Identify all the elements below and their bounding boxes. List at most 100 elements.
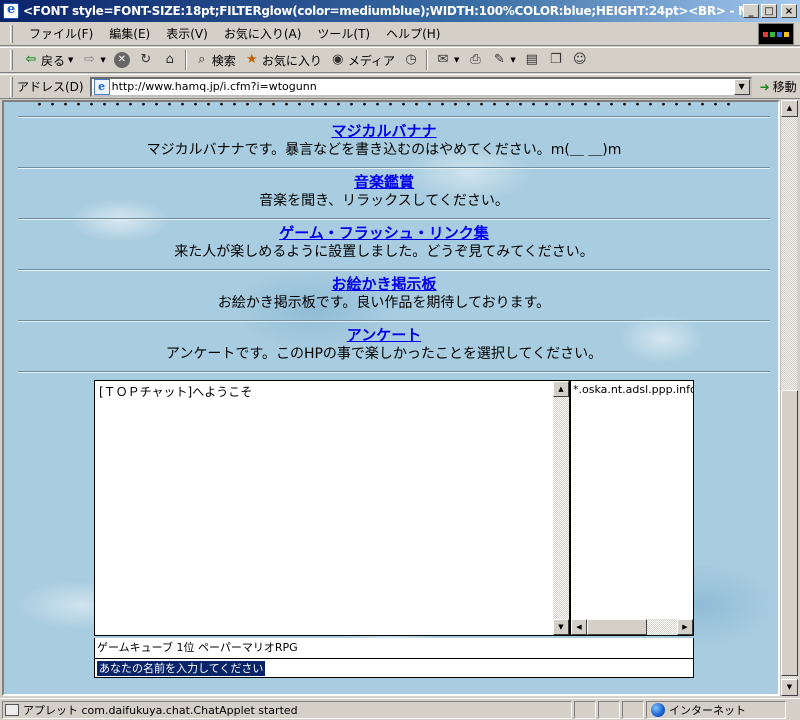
messenger-icon: ☺ [573, 52, 587, 67]
entry-link[interactable]: ゲーム・フラッシュ・リンク集 [4, 224, 764, 243]
edit-icon: ✎ [493, 52, 505, 67]
go-arrow-icon: ➜ [759, 79, 770, 94]
history-button[interactable]: ◷ [399, 49, 423, 71]
status-cell [574, 700, 596, 719]
mail-dropdown-icon[interactable]: ▼ [454, 56, 459, 64]
mail-button[interactable]: ✉ ▼ [431, 49, 463, 71]
status-text: アプレット com.daifukuya.chat.ChatApplet star… [23, 703, 298, 717]
print-icon: ⎙ [470, 52, 481, 67]
edit-dropdown-icon[interactable]: ▼ [510, 56, 515, 64]
entry-description: マジカルバナナです。暴言などを書き込むのはやめてください。m(＿ ＿)m [146, 142, 622, 158]
back-dropdown-icon[interactable]: ▼ [68, 56, 73, 64]
refresh-icon: ↻ [140, 52, 152, 67]
toolbar-separator [426, 50, 428, 70]
scroll-up-icon[interactable]: ▲ [553, 381, 569, 397]
scroll-thumb[interactable] [587, 619, 647, 635]
go-button[interactable]: ➜ 移動 [760, 78, 797, 95]
user-list-item[interactable]: *.oska.nt.adsl.ppp.infoweb [573, 383, 693, 396]
scroll-left-icon[interactable]: ◀ [571, 619, 587, 635]
page-scroll-down-icon[interactable]: ▼ [781, 679, 798, 696]
entry-description: 音楽を聞き、リラックスしてください。 [259, 193, 509, 209]
research-button[interactable]: ❐ [544, 49, 568, 71]
page-icon: e [93, 78, 110, 95]
forward-dropdown-icon[interactable]: ▼ [100, 56, 105, 64]
edit-button[interactable]: ✎ ▼ [487, 49, 519, 71]
chat-log-scrollbar[interactable]: ▲ ▼ [553, 381, 569, 635]
back-label: 戻る [41, 53, 66, 68]
favorites-icon: ★ [245, 52, 258, 67]
favorites-label: お気に入り [261, 53, 322, 68]
mail-icon: ✉ [437, 52, 449, 67]
address-box: e ▼ [89, 76, 752, 97]
search-button[interactable]: ⌕ 検索 [190, 49, 240, 71]
media-label: メディア [347, 53, 395, 68]
history-icon: ◷ [405, 52, 417, 67]
scroll-down-icon[interactable]: ▼ [553, 619, 569, 635]
forward-arrow-icon: ⇨ [83, 52, 95, 67]
name-input-field[interactable]: あなたの名前を入力してください [94, 658, 694, 678]
name-input-selected-text[interactable]: あなたの名前を入力してください [97, 661, 266, 676]
page-scroll-thumb[interactable] [781, 390, 798, 676]
address-grip[interactable] [10, 76, 13, 97]
internet-globe-icon [651, 702, 665, 717]
menu-help[interactable]: ヘルプ(H) [378, 25, 448, 42]
entry-survey: アンケート アンケートです。このHPの事で楽しかったことを選択してください。 [4, 326, 764, 363]
chat-status-line: ゲームキューブ 1位 ペーパーマリオRPG [94, 638, 694, 658]
zone-label: インターネット [669, 703, 746, 717]
menu-edit[interactable]: 編集(E) [101, 25, 158, 42]
document-icon: ▤ [525, 52, 538, 67]
maximize-button[interactable]: □ [761, 4, 777, 18]
toolbar-grip[interactable] [10, 50, 13, 70]
stop-button[interactable]: ✕ [110, 49, 134, 71]
title-bar: <FONT style=FONT-SIZE:18pt;FILTERglow(co… [0, 0, 800, 22]
menu-view[interactable]: 表示(V) [158, 25, 216, 42]
status-bar: アプレット com.daifukuya.chat.ChatApplet star… [0, 698, 800, 720]
divider [18, 371, 770, 373]
go-label: 移動 [772, 80, 797, 94]
standard-toolbar: ⇦ 戻る ▼ ⇨ ▼ ✕ ↻ ⌂ ⌕ 検索 ★ お気に入り ◉ メディア ◷ ✉… [0, 47, 800, 73]
favorites-button[interactable]: ★ お気に入り [240, 49, 326, 71]
entry-description: アンケートです。このHPの事で楽しかったことを選択してください。 [165, 346, 603, 362]
search-label: 検索 [211, 53, 236, 68]
menu-grip[interactable] [10, 24, 13, 43]
minimize-button[interactable]: _ [743, 4, 759, 18]
menu-favorites[interactable]: お気に入り(A) [216, 25, 310, 42]
toolbar-separator [184, 50, 187, 70]
stop-icon: ✕ [113, 52, 130, 68]
close-button[interactable]: × [781, 4, 797, 18]
status-cell [598, 700, 620, 719]
window-controls: _ □ × [743, 4, 797, 18]
back-button[interactable]: ⇦ 戻る ▼ [19, 49, 77, 71]
windows-logo-icon [758, 23, 794, 45]
chat-log-area[interactable]: [ＴＯＰチャット]へようこそ ▲ ▼ [94, 380, 570, 636]
entry-link[interactable]: 音楽鑑賞 [4, 173, 764, 192]
page-content: ・・・・・・・・・・・・・・・・・・・・・・・・・・・・・・・・・・・・・・・・… [2, 100, 780, 696]
forward-button[interactable]: ⇨ ▼ [77, 49, 109, 71]
page-scroll-up-icon[interactable]: ▲ [781, 100, 798, 117]
refresh-button[interactable]: ↻ [134, 49, 158, 71]
status-cell [622, 700, 644, 719]
entry-link[interactable]: マジカルバナナ [4, 122, 764, 141]
security-zone: インターネット [646, 700, 786, 719]
entry-link[interactable]: お絵かき掲示板 [4, 275, 764, 294]
page-scrollbar[interactable]: ▲ ▼ [780, 100, 798, 696]
scroll-right-icon[interactable]: ▶ [677, 619, 693, 635]
entry-link[interactable]: アンケート [4, 326, 764, 345]
address-input[interactable] [111, 78, 734, 95]
media-icon: ◉ [332, 52, 344, 67]
discuss-button[interactable]: ▤ [520, 49, 544, 71]
status-text-panel: アプレット com.daifukuya.chat.ChatApplet star… [2, 700, 572, 719]
chat-user-list[interactable]: *.oska.nt.adsl.ppp.infoweb ◀ ▶ [570, 380, 694, 636]
entry-description: 来た人が楽しめるように設置しました。どうぞ見てみてください。 [174, 244, 594, 260]
address-dropdown-icon[interactable]: ▼ [733, 78, 750, 95]
messenger-button[interactable]: ☺ [568, 49, 592, 71]
menu-file[interactable]: ファイル(F) [21, 25, 101, 42]
print-button[interactable]: ⎙ [463, 49, 487, 71]
menu-tools[interactable]: ツール(T) [309, 25, 378, 42]
window-title: <FONT style=FONT-SIZE:18pt;FILTERglow(co… [23, 4, 743, 18]
media-button[interactable]: ◉ メディア [326, 49, 399, 71]
home-button[interactable]: ⌂ [158, 49, 182, 71]
user-list-scrollbar[interactable]: ◀ ▶ [571, 619, 693, 635]
applet-icon [5, 703, 19, 716]
entry-magical-banana: マジカルバナナ マジカルバナナです。暴言などを書き込むのはやめてください。m(＿… [4, 122, 764, 159]
